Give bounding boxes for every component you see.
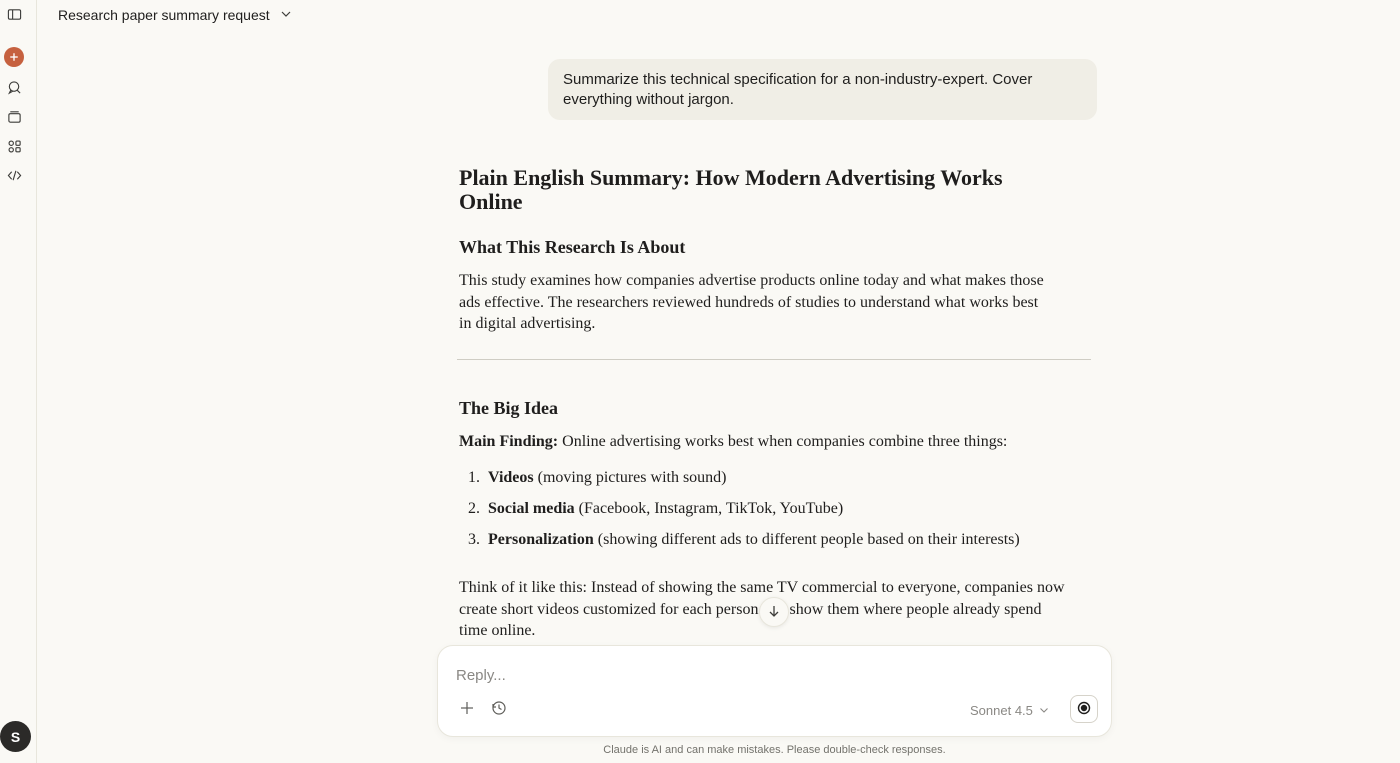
list-item-text: (showing different ads to different peop… — [593, 531, 1020, 548]
history-button[interactable] — [487, 698, 511, 722]
list-number: 3. — [468, 531, 480, 548]
model-name: Sonnet 4.5 — [970, 702, 1033, 718]
sidebar-toggle-icon[interactable] — [4, 4, 25, 25]
list-item-bold: Social media — [488, 500, 575, 517]
response-title: Plain English Summary: How Modern Advert… — [459, 165, 1003, 214]
reply-input[interactable] — [456, 664, 1056, 686]
clock-icon — [491, 700, 507, 720]
section-paragraph: This study examines how companies advert… — [459, 272, 1044, 332]
list-item-text: (Facebook, Instagram, TikTok, YouTube) — [574, 500, 844, 517]
main-finding-paragraph: Main Finding: Online advertising works b… — [459, 431, 1079, 453]
chevron-down-icon — [1039, 703, 1049, 718]
voice-mode-button[interactable] — [1070, 695, 1098, 723]
composer: Sonnet 4.5 — [437, 645, 1112, 737]
disclaimer: Claude is AI and can make mistakes. Plea… — [603, 744, 946, 756]
chevron-down-icon — [280, 7, 292, 23]
assistant-response: Plain English Summary: How Modern Advert… — [457, 165, 1099, 639]
findings-list: 1. Videos (moving pictures with sound) 2.… — [459, 467, 1020, 560]
list-item: 2. Social media (Facebook, Instagram, Tik… — [459, 498, 1020, 529]
arrow-down-icon — [767, 603, 781, 622]
user-message: Summarize this technical specification f… — [548, 59, 1097, 120]
plus-icon — [459, 700, 475, 720]
projects-icon[interactable] — [4, 106, 25, 127]
new-chat-icon[interactable] — [4, 47, 24, 67]
section-heading: The Big Idea — [459, 398, 559, 418]
chats-icon[interactable] — [4, 77, 25, 98]
section-heading: What This Research Is About — [459, 237, 686, 257]
list-item-bold: Videos — [488, 469, 534, 486]
app-window: S Research paper summary request Summari… — [0, 0, 1400, 763]
scroll-to-bottom-button[interactable] — [759, 597, 789, 627]
add-attachment-button[interactable] — [455, 698, 479, 722]
conversation-title: Research paper summary request — [58, 7, 270, 23]
code-icon[interactable] — [4, 165, 25, 186]
list-item: 3. Personalization (showing different ads… — [459, 529, 1020, 560]
sidebar-rail: S — [0, 0, 37, 763]
conversation-title-dropdown[interactable]: Research paper summary request — [58, 6, 292, 24]
list-item-text: (moving pictures with sound) — [533, 469, 727, 486]
main-finding-text: Online advertising works best when compa… — [558, 433, 1008, 450]
list-number: 1. — [468, 469, 480, 486]
model-selector[interactable]: Sonnet 4.5 — [970, 700, 1049, 720]
voice-icon — [1077, 700, 1091, 719]
list-item: 1. Videos (moving pictures with sound) — [459, 467, 1020, 498]
list-item-bold: Personalization — [488, 531, 594, 548]
main-finding-label: Main Finding: — [459, 433, 559, 450]
divider — [457, 359, 1091, 360]
avatar[interactable]: S — [0, 721, 31, 752]
artifacts-icon[interactable] — [4, 136, 25, 157]
list-number: 2. — [468, 500, 480, 517]
